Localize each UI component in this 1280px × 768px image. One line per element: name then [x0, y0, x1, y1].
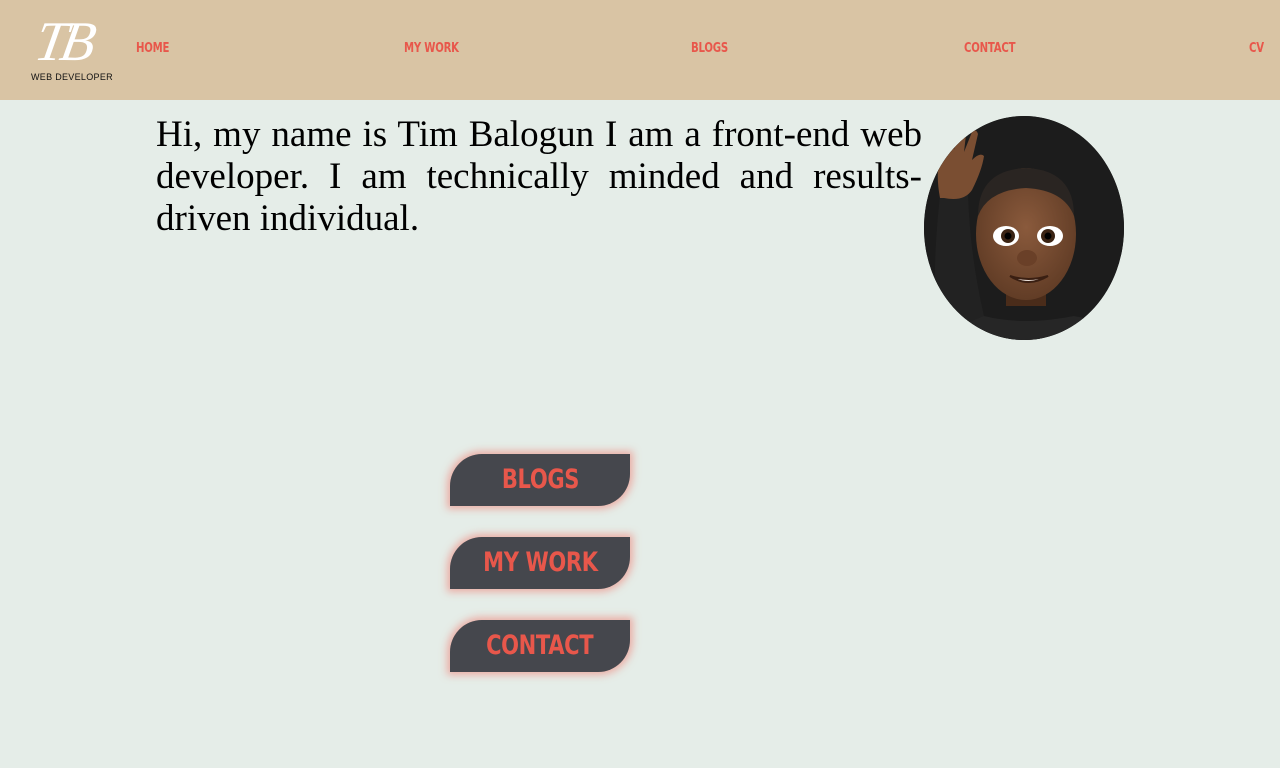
nav-link-home[interactable]: HOME	[136, 40, 169, 58]
navbar: TB WEB DEVELOPER HOME MY WORK BLOGS CONT…	[0, 0, 1280, 100]
logo-subtitle: WEB DEVELOPER	[31, 72, 113, 82]
my-work-button[interactable]: MY WORK	[450, 537, 630, 589]
nav-link-my-work[interactable]: MY WORK	[404, 40, 459, 58]
logo[interactable]: TB WEB DEVELOPER	[30, 11, 126, 84]
nav-link-blogs[interactable]: BLOGS	[691, 40, 728, 58]
contact-button-label: CONTACT	[486, 630, 594, 661]
blogs-button[interactable]: BLOGS	[450, 454, 630, 506]
nav-link-contact[interactable]: CONTACT	[964, 40, 1015, 58]
blogs-button-label: BLOGS	[501, 464, 579, 495]
avatar	[924, 116, 1124, 340]
my-work-button-label: MY WORK	[482, 547, 598, 578]
logo-mark: TB	[30, 11, 95, 73]
intro-text: Hi, my name is Tim Balogun I am a front-…	[156, 114, 922, 239]
memoji-icon	[924, 116, 1124, 340]
contact-button[interactable]: CONTACT	[450, 620, 630, 672]
nav-link-cv[interactable]: CV	[1249, 40, 1264, 58]
